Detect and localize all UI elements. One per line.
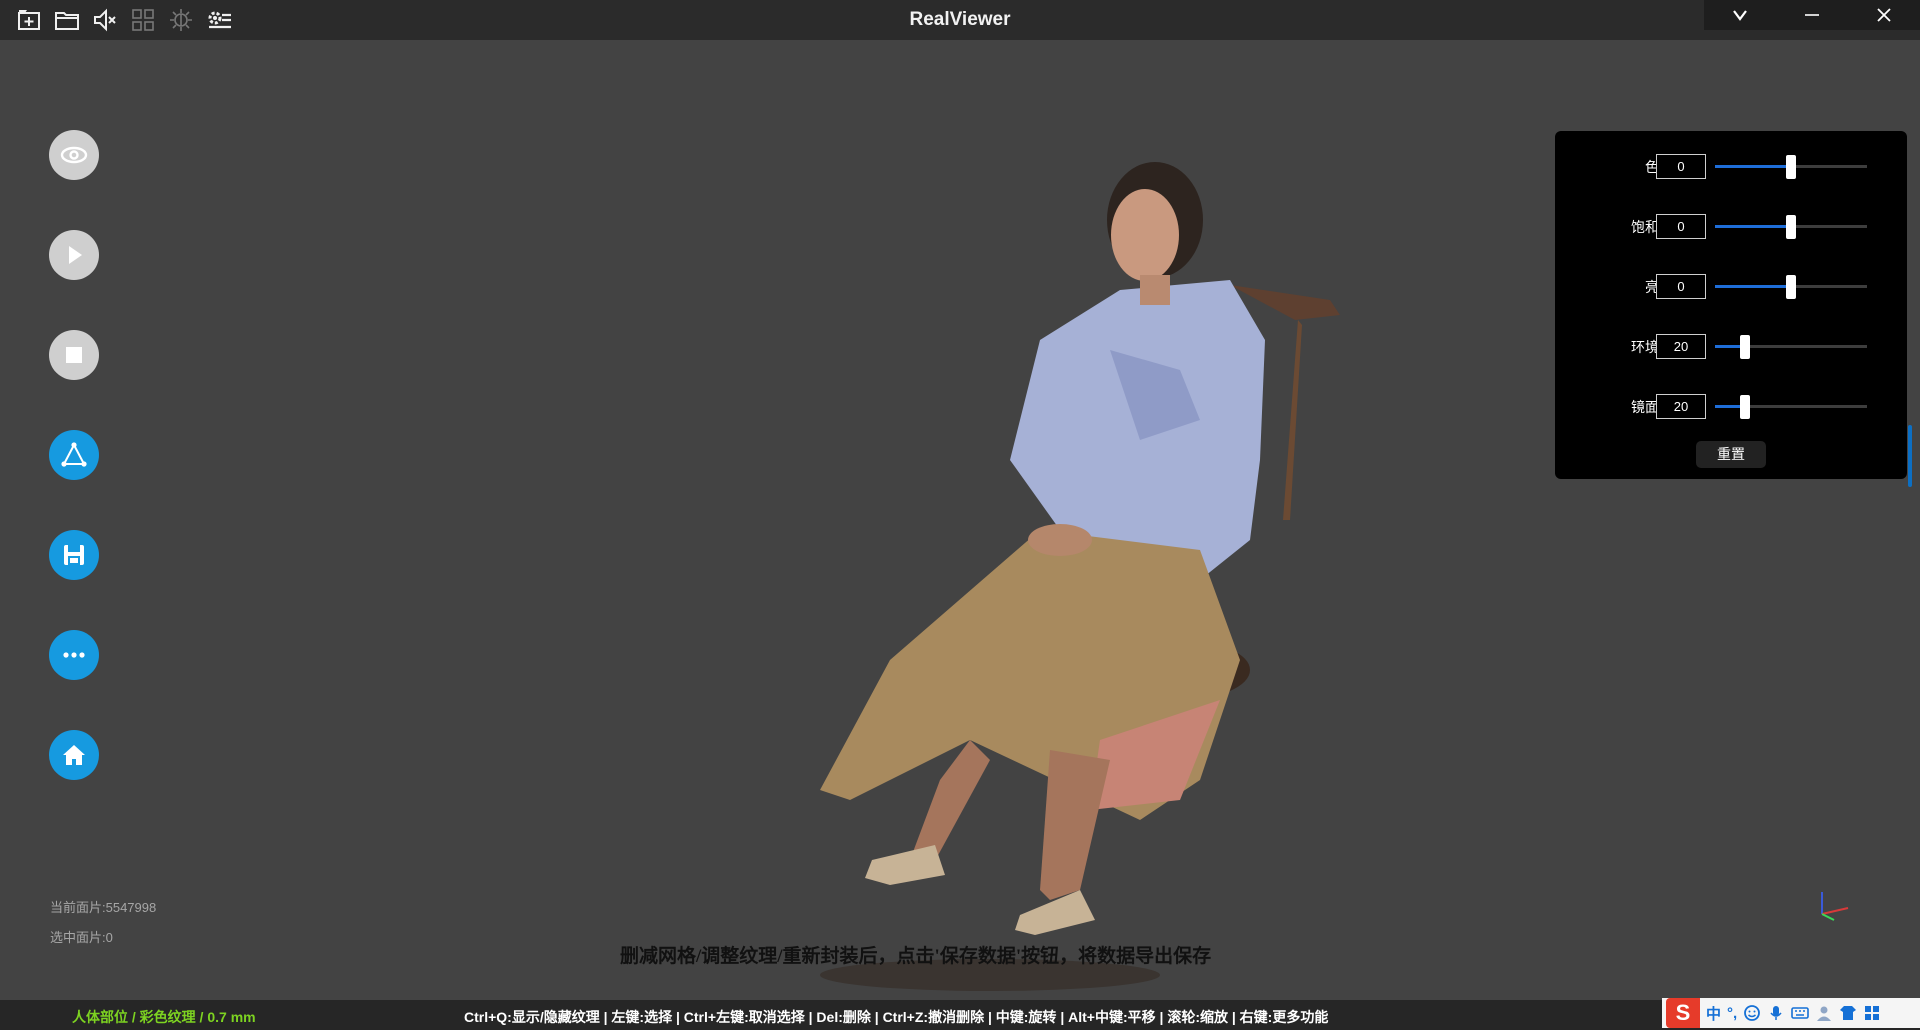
- brightness-slider-thumb[interactable]: [1786, 275, 1796, 299]
- new-project-icon[interactable]: [14, 6, 44, 34]
- keyboard-icon[interactable]: [1791, 1004, 1809, 1022]
- ambient-light-slider-thumb[interactable]: [1740, 335, 1751, 359]
- play-icon: [69, 246, 82, 264]
- model-leg-right: [1040, 750, 1110, 900]
- ime-punctuation[interactable]: °,: [1727, 1005, 1737, 1022]
- more-button[interactable]: [49, 630, 99, 680]
- specular-light-slider-thumb[interactable]: [1740, 395, 1751, 419]
- lighting-icon[interactable]: [166, 6, 196, 34]
- title-bar: RealViewer: [0, 0, 1920, 40]
- model-face: [1111, 189, 1179, 281]
- home-button[interactable]: [49, 730, 99, 780]
- hue-input[interactable]: 0: [1656, 154, 1706, 179]
- ime-grid-icon[interactable]: [1863, 1004, 1881, 1022]
- model-shoe-left: [865, 845, 945, 885]
- brightness-slider[interactable]: [1715, 275, 1867, 299]
- hue-slider-thumb[interactable]: [1786, 155, 1796, 179]
- saturation-input[interactable]: 0: [1656, 214, 1706, 239]
- ambient-light-row: 环境光 20: [1555, 331, 1907, 361]
- emoji-icon[interactable]: [1743, 1004, 1761, 1022]
- ime-logo-icon[interactable]: S: [1666, 998, 1700, 1028]
- shortcut-hints: Ctrl+Q:显示/隐藏纹理 | 左键:选择 | Ctrl+左键:取消选择 | …: [464, 1009, 1329, 1025]
- chevron-down-icon: [1733, 10, 1747, 21]
- open-folder-icon[interactable]: [52, 6, 82, 34]
- eye-icon: [60, 146, 88, 164]
- ime-toolbar: S 中 °,: [1662, 998, 1920, 1028]
- hue-row: 色调 0: [1555, 151, 1907, 181]
- user-icon[interactable]: [1815, 1004, 1833, 1022]
- microphone-icon[interactable]: [1767, 1004, 1785, 1022]
- toolbar: [14, 6, 234, 34]
- stop-icon: [66, 347, 82, 363]
- status-bar: 人体部位 / 彩色纹理 / 0.7 mm Ctrl+Q:显示/隐藏纹理 | 左键…: [0, 1000, 1920, 1030]
- app-title: RealViewer: [909, 9, 1011, 30]
- skin-icon[interactable]: [1839, 1004, 1857, 1022]
- ambient-light-slider[interactable]: [1715, 335, 1867, 359]
- left-toolbar: [49, 130, 101, 830]
- axis-gizmo-icon: [1821, 892, 1849, 921]
- save-data-button[interactable]: [49, 530, 99, 580]
- brightness-row: 亮度 0: [1555, 271, 1907, 301]
- current-faces-count: 当前面片:5547998: [50, 900, 157, 915]
- model-hands: [1028, 524, 1092, 556]
- specular-light-slider[interactable]: [1715, 395, 1867, 419]
- save-icon: [64, 545, 84, 565]
- more-icon: [63, 652, 85, 658]
- save-hint-text: 删减网格/调整纹理/重新封装后，点击'保存数据'按钮，将数据导出保存: [620, 946, 1212, 967]
- saturation-slider-thumb[interactable]: [1786, 215, 1796, 239]
- stop-button[interactable]: [49, 330, 99, 380]
- chair-leg: [1283, 320, 1302, 520]
- 3d-model-viewport[interactable]: [640, 100, 1360, 1000]
- play-button[interactable]: [49, 230, 99, 280]
- toggle-view-button[interactable]: [49, 130, 99, 180]
- specular-light-row: 镜面光 20: [1555, 391, 1907, 421]
- mesh-button[interactable]: [49, 430, 99, 480]
- close-button[interactable]: [1848, 0, 1920, 30]
- close-icon: [1877, 8, 1891, 22]
- panel-scroll-indicator[interactable]: [1908, 425, 1912, 487]
- minimize-icon: [1805, 14, 1819, 16]
- specular-light-input[interactable]: 20: [1656, 394, 1706, 419]
- ime-mode[interactable]: 中: [1706, 1003, 1721, 1024]
- window-controls: [1704, 0, 1920, 30]
- home-icon: [63, 745, 85, 765]
- brightness-input[interactable]: 0: [1656, 274, 1706, 299]
- scan-info: 人体部位 / 彩色纹理 / 0.7 mm: [72, 1009, 256, 1025]
- model-neck: [1140, 275, 1170, 305]
- saturation-slider[interactable]: [1715, 215, 1867, 239]
- settings-icon[interactable]: [204, 6, 234, 34]
- mesh-icon: [61, 442, 87, 467]
- saturation-row: 饱和度 0: [1555, 211, 1907, 241]
- collapse-button[interactable]: [1704, 0, 1776, 30]
- reset-button[interactable]: 重置: [1696, 441, 1766, 468]
- hue-slider[interactable]: [1715, 155, 1867, 179]
- ambient-light-input[interactable]: 20: [1656, 334, 1706, 359]
- grid-icon[interactable]: [128, 6, 158, 34]
- adjustment-panel: 色调 0 饱和度 0 亮度 0 环境光 20 镜面光 20 重置: [1555, 131, 1907, 479]
- selected-faces-count: 选中面片:0: [50, 930, 113, 945]
- minimize-button[interactable]: [1776, 0, 1848, 30]
- mute-icon[interactable]: [90, 6, 120, 34]
